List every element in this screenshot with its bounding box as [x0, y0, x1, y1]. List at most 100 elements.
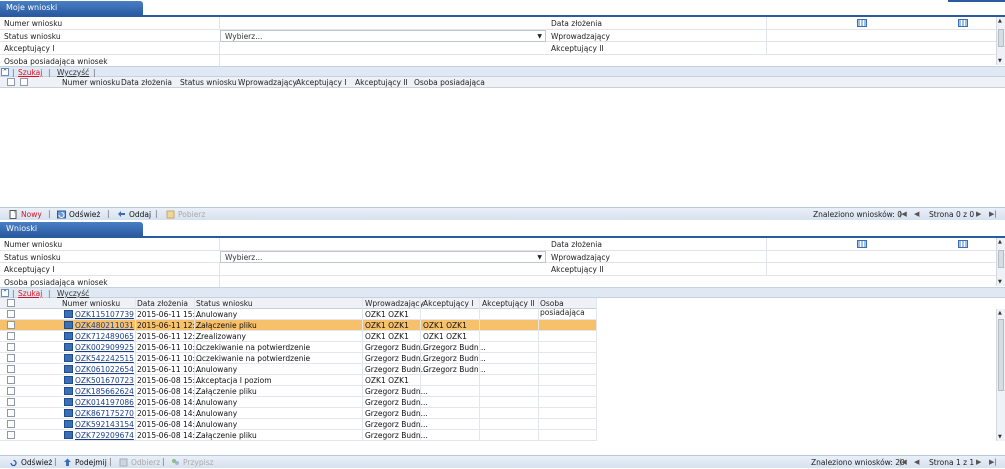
akceptujacy-2-input[interactable]: [766, 263, 996, 275]
row-checkbox[interactable]: [7, 376, 15, 384]
last-page-icon[interactable]: ▶|: [989, 210, 997, 218]
row-checkbox[interactable]: [7, 409, 15, 417]
request-number-link[interactable]: OZK592143154: [75, 420, 134, 429]
request-number-link[interactable]: OZK002909925: [75, 343, 134, 352]
open-request-icon[interactable]: [64, 354, 73, 362]
first-page-icon[interactable]: |◀: [899, 210, 907, 218]
scroll-down-icon[interactable]: ▼: [998, 279, 1002, 285]
wyczysc-link[interactable]: Wyczyść: [57, 289, 89, 298]
akceptujacy-2-input[interactable]: [766, 42, 996, 54]
request-number-link[interactable]: OZK542242515: [75, 354, 134, 363]
akceptujacy-1-input[interactable]: [219, 263, 547, 275]
row-checkbox[interactable]: [7, 365, 15, 373]
col-osoba[interactable]: Osoba posiadająca: [414, 78, 485, 87]
status-wniosku-select[interactable]: Wybierz... ▼: [220, 250, 546, 263]
col-data[interactable]: Data złożenia: [121, 78, 172, 87]
open-request-icon[interactable]: [64, 332, 73, 340]
prev-page-icon[interactable]: ◀: [914, 210, 919, 218]
szukaj-link[interactable]: Szukaj: [18, 68, 42, 77]
request-number-link[interactable]: OZK014197086: [75, 398, 134, 407]
last-page-icon[interactable]: ▶|: [989, 458, 997, 466]
pobierz-button[interactable]: Pobierz: [166, 210, 205, 219]
table-row[interactable]: OZK115107739 2015-06-11 15:... Anulowany OZ…: [0, 309, 596, 320]
col-wprow[interactable]: Wprowadzający: [238, 78, 297, 87]
scroll-thumb[interactable]: [998, 29, 1004, 47]
calendar-to-icon[interactable]: [958, 19, 968, 27]
table-row[interactable]: OZK592143154 2015-06-08 14:... Anulowany Gr…: [0, 419, 596, 430]
table-row[interactable]: OZK061022654 2015-06-11 10:... Anulowany Gr…: [0, 364, 596, 375]
row-checkbox[interactable]: [7, 420, 15, 428]
open-request-icon[interactable]: [64, 310, 73, 318]
table-row[interactable]: OZK867175270 2015-06-08 14:... Anulowany Gr…: [0, 408, 596, 419]
numer-wniosku-input[interactable]: [219, 238, 547, 250]
row-checkbox[interactable]: [7, 354, 15, 362]
row-checkbox[interactable]: [7, 398, 15, 406]
podejmij-button[interactable]: Podejmij: [63, 458, 107, 467]
open-request-icon[interactable]: [64, 387, 73, 395]
col-status[interactable]: Status wniosku: [180, 78, 237, 87]
odswiez-button[interactable]: Odśwież: [9, 458, 52, 467]
akceptujacy-1-input[interactable]: [219, 42, 547, 54]
row-checkbox[interactable]: [7, 343, 15, 351]
osoba-posiadajaca-input[interactable]: [219, 275, 547, 288]
scroll-up-icon[interactable]: ▲: [998, 239, 1002, 245]
odbierz-button[interactable]: Odbierz: [119, 458, 160, 467]
oddaj-button[interactable]: Oddaj: [117, 210, 151, 219]
row-checkbox[interactable]: [7, 332, 15, 340]
scroll-down-icon[interactable]: ▼: [998, 58, 1002, 64]
table-row[interactable]: OZK480211031 2015-06-11 12:... Załączenie …: [0, 320, 596, 331]
col-numer[interactable]: Numer wniosku: [62, 78, 120, 87]
odswiez-button[interactable]: Odśwież: [57, 210, 100, 219]
open-request-icon[interactable]: [64, 398, 73, 406]
tab-moje-wnioski[interactable]: Moje wnioski: [0, 1, 143, 15]
first-page-icon[interactable]: |◀: [899, 458, 907, 466]
calendar-from-icon[interactable]: [857, 19, 867, 27]
row-checkbox[interactable]: [7, 321, 15, 329]
scroll-down-icon[interactable]: ▼: [998, 434, 1002, 440]
osoba-posiadajaca-input[interactable]: [219, 54, 547, 67]
scroll-thumb[interactable]: [998, 250, 1004, 268]
table-row[interactable]: OZK542242515 2015-06-11 10:... Oczekiwanie…: [0, 353, 596, 364]
col-numer[interactable]: Numer wniosku: [62, 299, 120, 308]
filter-scrollbar[interactable]: ▲ ▼: [996, 17, 1005, 65]
przypisz-button[interactable]: Przypisz: [171, 458, 214, 467]
nowy-button[interactable]: Nowy: [9, 210, 42, 219]
table-row[interactable]: OZK729209674 2015-06-08 14:... Załączenie …: [0, 430, 596, 441]
open-request-icon[interactable]: [64, 376, 73, 384]
col-data[interactable]: Data złożenia: [137, 299, 188, 308]
request-number-link[interactable]: OZK501670723: [75, 376, 134, 385]
col-akcept2[interactable]: Akceptujący II: [355, 78, 408, 87]
row-checkbox[interactable]: [7, 387, 15, 395]
wprowadzajacy-input[interactable]: [766, 29, 996, 42]
row-checkbox[interactable]: [7, 310, 15, 318]
table-row[interactable]: OZK002909925 2015-06-11 10:... Oczekiwanie…: [0, 342, 596, 353]
request-number-link[interactable]: OZK729209674: [75, 431, 134, 440]
request-number-link[interactable]: OZK712489065: [75, 332, 134, 341]
col-wprow[interactable]: Wprowadzający: [365, 299, 424, 308]
row-checkbox[interactable]: [7, 431, 15, 439]
request-number-link[interactable]: OZK115107739: [75, 310, 134, 319]
request-number-link[interactable]: OZK185662624: [75, 387, 134, 396]
col-akcept2[interactable]: Akceptujący II: [482, 299, 535, 308]
select-all-checkbox[interactable]: [7, 78, 15, 86]
tab-wnioski[interactable]: Wnioski: [0, 222, 143, 236]
scroll-up-icon[interactable]: ▲: [998, 18, 1002, 24]
grid-scrollbar[interactable]: ▲ ▼: [996, 309, 1005, 441]
col-status[interactable]: Status wniosku: [196, 299, 253, 308]
szukaj-link[interactable]: Szukaj: [18, 289, 42, 298]
filter-scrollbar[interactable]: ▲ ▼: [996, 238, 1005, 286]
request-number-link[interactable]: OZK867175270: [75, 409, 134, 418]
collapse-icon[interactable]: ^: [1, 289, 9, 297]
scroll-up-icon[interactable]: ▲: [998, 310, 1002, 316]
next-page-icon[interactable]: ▶: [976, 458, 981, 466]
open-request-icon[interactable]: [64, 321, 73, 329]
collapse-icon[interactable]: ^: [1, 68, 9, 76]
table-row[interactable]: OZK014197086 2015-06-08 14:... Anulowany Gr…: [0, 397, 596, 408]
calendar-from-icon[interactable]: [857, 240, 867, 248]
table-row[interactable]: OZK185662624 2015-06-08 14:... Załączenie …: [0, 386, 596, 397]
numer-wniosku-input[interactable]: [219, 17, 547, 29]
scroll-thumb[interactable]: [998, 319, 1004, 391]
select-all-checkbox[interactable]: [7, 299, 15, 307]
prev-page-icon[interactable]: ◀: [914, 458, 919, 466]
wprowadzajacy-input[interactable]: [766, 250, 996, 263]
